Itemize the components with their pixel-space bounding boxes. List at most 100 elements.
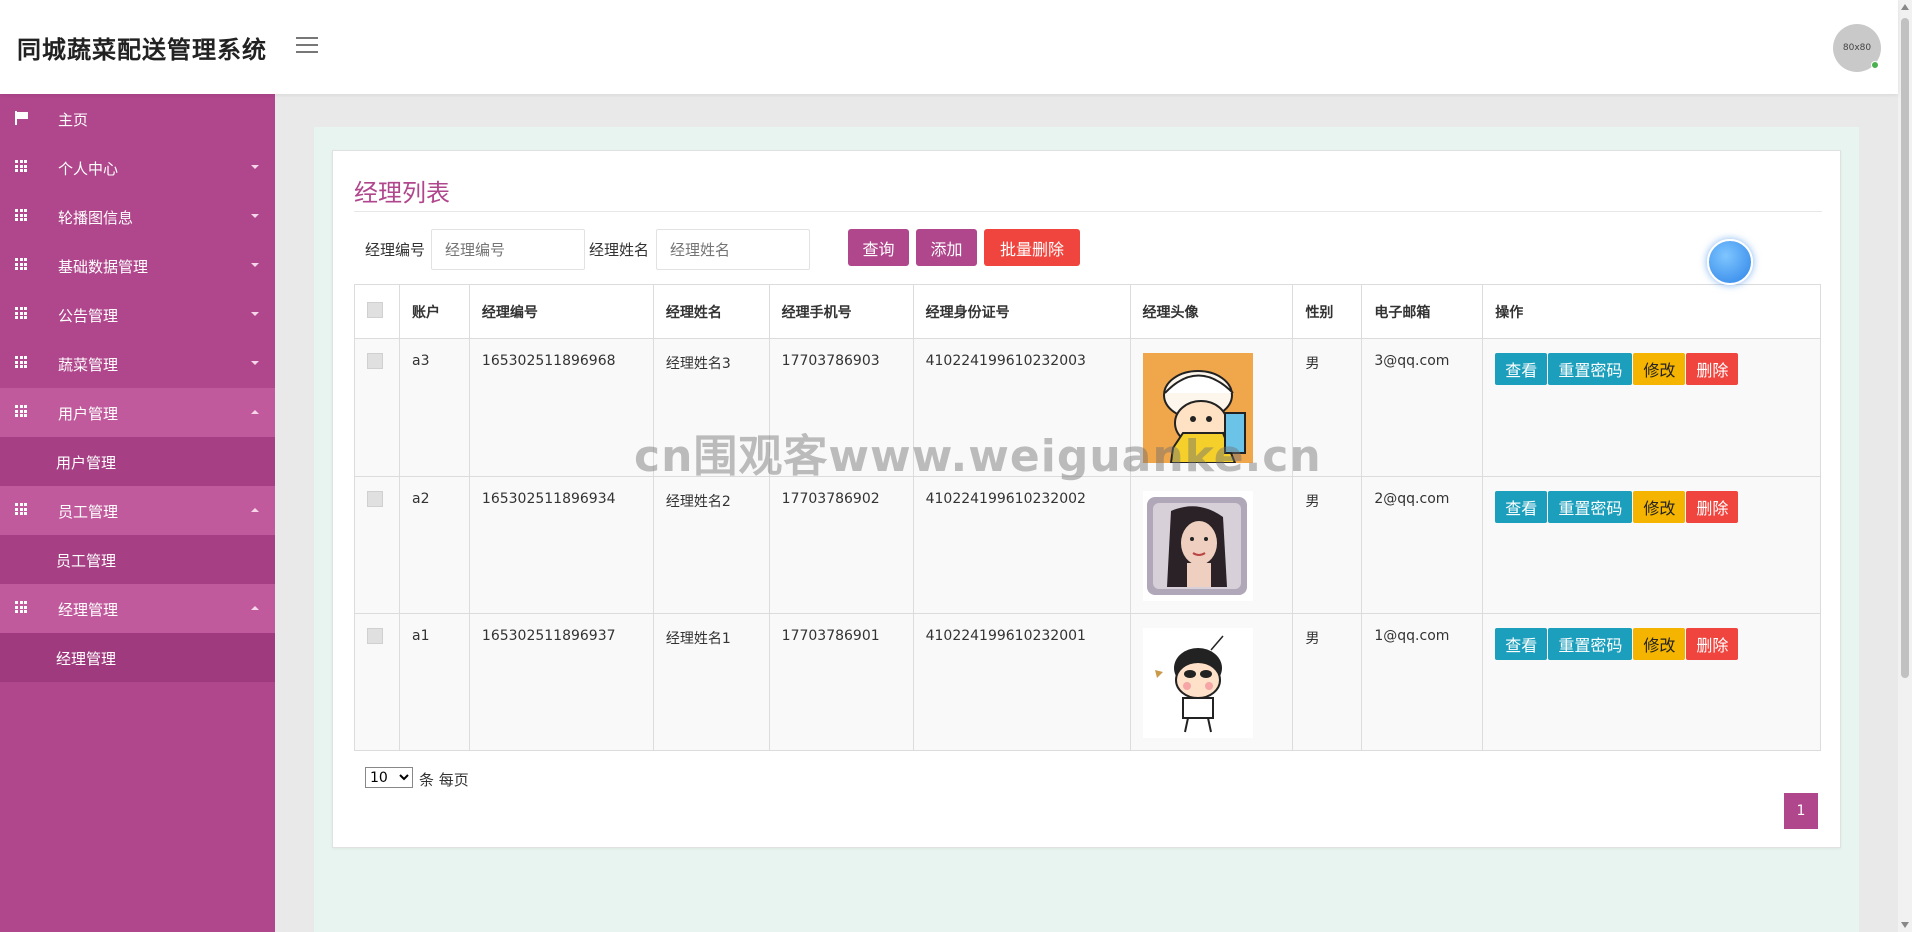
cell-name: 经理姓名1 [652, 613, 770, 751]
grid-icon [15, 503, 27, 515]
sidebar-subitem-managers[interactable]: 经理管理 [0, 633, 275, 682]
page-title: 经理列表 [354, 179, 450, 207]
chevron-up-icon [251, 410, 259, 414]
search-name-input[interactable] [656, 229, 810, 270]
cell-avatar [1129, 613, 1294, 751]
cell-gender: 男 [1292, 476, 1363, 614]
cell-code: 165302511896937 [468, 613, 654, 751]
sidebar-item-base-data[interactable]: 基础数据管理 [0, 241, 275, 290]
scrollbar-thumb[interactable] [1901, 18, 1909, 678]
grid-icon [15, 307, 27, 319]
delete-button[interactable]: 删除 [1686, 353, 1739, 385]
column-header: 电子邮箱 [1361, 284, 1484, 339]
manager-avatar-image[interactable] [1142, 491, 1253, 601]
row-checkbox[interactable] [367, 628, 383, 644]
table-row: a2 165302511896934 经理姓名2 17703786902 410… [354, 476, 1821, 614]
manager-avatar-image[interactable] [1142, 628, 1253, 738]
sidebar-item-label: 公告管理 [58, 307, 119, 325]
cell-code: 165302511896968 [468, 338, 654, 477]
cell-account: a3 [398, 338, 470, 477]
floating-assistant-icon[interactable] [1707, 239, 1753, 285]
select-all-cell [354, 284, 400, 339]
grid-icon [15, 356, 27, 368]
batch-delete-button[interactable]: 批量删除 [984, 229, 1080, 266]
scroll-down-icon[interactable] [1901, 922, 1909, 928]
grid-icon [15, 160, 27, 172]
page-scrollbar[interactable] [1898, 0, 1912, 932]
sidebar-item-users[interactable]: 用户管理 [0, 388, 275, 437]
chevron-up-icon [251, 606, 259, 610]
avatar[interactable]: 80x80 [1833, 24, 1881, 72]
chevron-down-icon [251, 312, 259, 316]
delete-button[interactable]: 删除 [1686, 628, 1739, 660]
row-checkbox[interactable] [367, 491, 383, 507]
search-name-label: 经理姓名 [589, 241, 650, 259]
sidebar-item-label: 经理管理 [58, 601, 119, 619]
sidebar-item-staff[interactable]: 员工管理 [0, 486, 275, 535]
manager-list-panel: 经理列表 经理编号 经理姓名 查询 添加 批量删除 账户 经理编号 经理姓名 经… [332, 150, 1841, 848]
grid-icon [15, 405, 27, 417]
manager-avatar-image[interactable] [1142, 353, 1253, 463]
select-all-checkbox[interactable] [367, 301, 383, 318]
grid-icon [15, 258, 27, 270]
sidebar-item-personal-center[interactable]: 个人中心 [0, 143, 275, 192]
flag-icon [15, 111, 28, 125]
cell-actions: 查看 重置密码 修改 删除 [1482, 338, 1821, 477]
column-header: 经理头像 [1129, 284, 1294, 339]
query-button[interactable]: 查询 [848, 229, 909, 266]
grid-icon [15, 209, 27, 221]
sidebar-subitem-users[interactable]: 用户管理 [0, 437, 275, 486]
table-row: a3 165302511896968 经理姓名3 17703786903 410… [354, 338, 1821, 477]
column-header: 经理姓名 [652, 284, 770, 339]
cell-id-card: 410224199610232001 [912, 613, 1131, 751]
page-button-current[interactable]: 1 [1784, 793, 1818, 829]
reset-password-button[interactable]: 重置密码 [1548, 353, 1633, 385]
cell-avatar [1129, 338, 1294, 477]
per-page-text: 条 每页 [419, 771, 469, 789]
edit-button[interactable]: 修改 [1633, 491, 1686, 523]
row-checkbox[interactable] [367, 353, 383, 369]
cell-name: 经理姓名2 [652, 476, 770, 614]
column-header: 经理身份证号 [912, 284, 1131, 339]
sidebar-item-label: 个人中心 [58, 160, 119, 178]
sidebar-subitem-staff[interactable]: 员工管理 [0, 535, 275, 584]
chevron-up-icon [251, 508, 259, 512]
cell-actions: 查看 重置密码 修改 删除 [1482, 613, 1821, 751]
sidebar-item-announcements[interactable]: 公告管理 [0, 290, 275, 339]
cell-gender: 男 [1292, 613, 1363, 751]
page-size-select[interactable]: 10 [365, 767, 413, 788]
sidebar-item-home[interactable]: 主页 [0, 94, 275, 143]
view-button[interactable]: 查看 [1495, 628, 1548, 660]
top-header: 同城蔬菜配送管理系统 80x80 [0, 0, 1898, 94]
view-button[interactable]: 查看 [1495, 353, 1548, 385]
column-header: 经理编号 [468, 284, 654, 339]
chevron-down-icon [251, 165, 259, 169]
sidebar-item-managers[interactable]: 经理管理 [0, 584, 275, 633]
search-code-label: 经理编号 [365, 241, 426, 259]
chevron-down-icon [251, 214, 259, 218]
cell-name: 经理姓名3 [652, 338, 770, 477]
view-button[interactable]: 查看 [1495, 491, 1548, 523]
menu-toggle-icon[interactable] [296, 37, 318, 55]
cell-account: a1 [398, 613, 470, 751]
delete-button[interactable]: 删除 [1686, 491, 1739, 523]
sidebar-item-label: 蔬菜管理 [58, 356, 119, 374]
search-code-input[interactable] [431, 229, 585, 270]
column-header: 经理手机号 [768, 284, 914, 339]
online-status-dot [1871, 61, 1879, 69]
column-header: 性别 [1292, 284, 1363, 339]
sidebar-item-carousel[interactable]: 轮播图信息 [0, 192, 275, 241]
scroll-up-icon[interactable] [1901, 4, 1909, 10]
edit-button[interactable]: 修改 [1633, 628, 1686, 660]
cell-phone: 17703786902 [768, 476, 914, 614]
sidebar-item-label: 用户管理 [58, 405, 119, 423]
reset-password-button[interactable]: 重置密码 [1548, 491, 1633, 523]
add-button[interactable]: 添加 [916, 229, 977, 266]
cell-code: 165302511896934 [468, 476, 654, 614]
edit-button[interactable]: 修改 [1633, 353, 1686, 385]
sidebar-subitem-label: 用户管理 [56, 454, 117, 472]
column-header: 操作 [1482, 284, 1821, 339]
cell-actions: 查看 重置密码 修改 删除 [1482, 476, 1821, 614]
sidebar-item-vegetables[interactable]: 蔬菜管理 [0, 339, 275, 388]
reset-password-button[interactable]: 重置密码 [1548, 628, 1633, 660]
